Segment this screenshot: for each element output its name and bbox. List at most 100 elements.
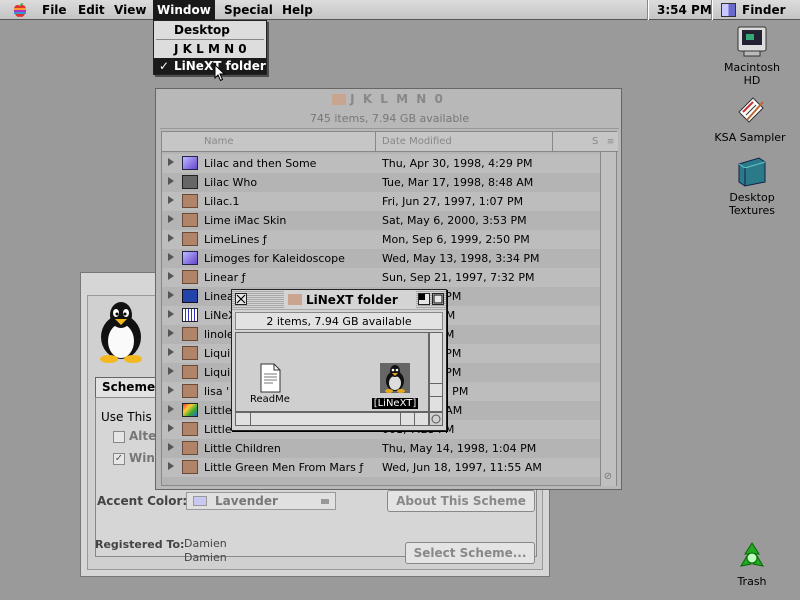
disclosure-triangle-icon[interactable] xyxy=(168,348,174,356)
file-name: linole xyxy=(204,328,234,341)
desktop-icon-label: Trash xyxy=(737,575,767,588)
disclosure-triangle-icon[interactable] xyxy=(168,234,174,242)
color-swatch-icon xyxy=(193,496,207,506)
disclosure-triangle-icon[interactable] xyxy=(168,462,174,470)
close-box-icon[interactable] xyxy=(235,293,247,305)
list-item[interactable]: LimeLines ƒ Mon, Sep 6, 1999, 2:50 PM xyxy=(162,230,602,249)
scroll-arrow-left-icon[interactable] xyxy=(250,413,251,425)
document-icon xyxy=(260,363,281,393)
menu-bar: File Edit View Window Special Help 3:54 … xyxy=(0,0,800,20)
list-item[interactable]: Little Green Men From Mars ƒ Wed, Jun 18,… xyxy=(162,458,602,477)
application-icon xyxy=(182,251,198,265)
scroll-arrow-up-icon[interactable] xyxy=(430,383,442,397)
window-title-bar[interactable]: J K L M N 0 xyxy=(156,89,621,109)
menubar-clock[interactable]: 3:54 PM xyxy=(657,2,712,18)
menu-divider xyxy=(156,39,264,40)
list-item[interactable]: Lime iMac Skin Sat, May 6, 2000, 3:53 PM xyxy=(162,211,602,230)
disclosure-triangle-icon[interactable] xyxy=(168,177,174,185)
window-menu-item-desktop[interactable]: Desktop xyxy=(154,22,266,38)
disclosure-triangle-icon[interactable] xyxy=(168,443,174,451)
list-item[interactable]: Linear ƒ Sun, Sep 21, 1997, 7:32 PM xyxy=(162,268,602,287)
disclosure-triangle-icon[interactable] xyxy=(168,367,174,375)
desktop-icon-desktop-textures[interactable]: Desktop Textures xyxy=(706,156,798,217)
list-item[interactable]: Little Children Thu, May 14, 1998, 1:04 P… xyxy=(162,439,602,458)
collapse-box-icon[interactable] xyxy=(432,293,444,305)
folder-icon xyxy=(288,294,302,305)
desktop-icon-trash[interactable]: Trash xyxy=(722,540,782,588)
disclosure-triangle-icon[interactable] xyxy=(168,196,174,204)
disclosure-triangle-icon[interactable] xyxy=(168,310,174,318)
linext-folder-window[interactable]: LiNeXT folder 2 items, 7.94 GB available… xyxy=(231,289,447,431)
disclosure-triangle-icon[interactable] xyxy=(168,253,174,261)
file-date-modified: Thu, Apr 30, 1998, 4:29 PM xyxy=(382,157,533,170)
file-icon-linext[interactable]: [LiNeXT] xyxy=(370,363,420,409)
file-name: Lilac Who xyxy=(204,176,258,189)
vertical-scrollbar[interactable] xyxy=(429,332,443,412)
file-date-modified: Tue, Mar 17, 1998, 8:48 AM xyxy=(382,176,534,189)
accent-color-popup[interactable]: Lavender xyxy=(186,492,336,510)
disclosure-triangle-icon[interactable] xyxy=(168,158,174,166)
application-icon xyxy=(182,156,198,170)
menu-edit[interactable]: Edit xyxy=(78,2,105,18)
column-header-size[interactable]: S xyxy=(592,132,598,152)
folder-icon xyxy=(182,346,198,360)
disclosure-triangle-icon[interactable] xyxy=(168,291,174,299)
zoom-box-icon[interactable] xyxy=(418,293,430,305)
sampler-doc-icon xyxy=(738,97,764,123)
list-item[interactable]: Lilac.1 Fri, Jun 27, 1997, 1:07 PM xyxy=(162,192,602,211)
popup-arrow-icon xyxy=(321,499,329,504)
horizontal-scrollbar[interactable] xyxy=(235,412,429,426)
window-title-text: LiNeXT folder xyxy=(306,293,398,307)
menu-file[interactable]: File xyxy=(42,2,67,18)
menu-window[interactable]: Window xyxy=(153,0,215,20)
disclosure-triangle-icon[interactable] xyxy=(168,424,174,432)
disclosure-triangle-icon[interactable] xyxy=(168,215,174,223)
menu-help[interactable]: Help xyxy=(282,2,313,18)
list-item[interactable]: Lilac and then Some Thu, Apr 30, 1998, 4:… xyxy=(162,154,602,173)
file-name: Liqui xyxy=(204,366,231,379)
desktop-icon-label: Macintosh HD xyxy=(723,61,781,87)
disclosure-triangle-icon[interactable] xyxy=(168,272,174,280)
desktop-icon-ksa-sampler[interactable]: KSA Sampler xyxy=(712,96,788,144)
column-header-name[interactable]: Name xyxy=(204,132,234,152)
desktop-icon-label: KSA Sampler xyxy=(714,131,786,144)
list-item[interactable]: Lilac Who Tue, Mar 17, 1998, 8:48 AM xyxy=(162,173,602,192)
application-icon xyxy=(182,403,198,417)
menu-special[interactable]: Special xyxy=(224,2,273,18)
resize-grip-icon[interactable] xyxy=(429,412,443,426)
file-name: Little Children xyxy=(204,442,281,455)
file-name: Lilac.1 xyxy=(204,195,240,208)
list-item[interactable]: Limoges for Kaleidoscope Wed, May 13, 199… xyxy=(162,249,602,268)
menu-view[interactable]: View xyxy=(114,2,146,18)
checkbox-alternate[interactable] xyxy=(113,431,125,443)
desktop-icon-macintosh-hd[interactable]: Macintosh HD xyxy=(714,26,790,87)
window-menu-item-jklmno[interactable]: J K L M N 0 xyxy=(154,41,266,57)
menubar-separator xyxy=(711,0,713,20)
disclosure-triangle-icon[interactable] xyxy=(168,405,174,413)
file-name: Liqui xyxy=(204,347,231,360)
scroll-arrow-right-icon[interactable] xyxy=(400,413,401,425)
file-icon-readme[interactable]: ReadMe xyxy=(244,363,296,405)
checkbox-window[interactable]: ✓ xyxy=(113,453,125,465)
resize-grip-icon[interactable]: ⊘ xyxy=(602,471,614,483)
finder-app-icon[interactable] xyxy=(721,3,736,17)
file-date-modified: Thu, May 14, 1998, 1:04 PM xyxy=(382,442,537,455)
file-name: LimeLines ƒ xyxy=(204,233,267,246)
about-scheme-button[interactable]: About This Scheme xyxy=(387,490,535,512)
column-header-date[interactable]: Date Modified xyxy=(382,132,452,152)
window-menu-item-linext[interactable]: ✓ LiNeXT folder xyxy=(154,58,266,74)
select-scheme-button[interactable]: Select Scheme... xyxy=(405,542,535,564)
window-info-bar: 745 items, 7.94 GB available xyxy=(160,109,619,129)
vertical-scrollbar[interactable] xyxy=(600,152,616,486)
disclosure-triangle-icon[interactable] xyxy=(168,386,174,394)
scroll-divider xyxy=(414,413,415,425)
mouse-pointer-icon xyxy=(214,64,226,82)
disclosure-triangle-icon[interactable] xyxy=(168,329,174,337)
apple-menu-icon[interactable] xyxy=(12,2,28,18)
sort-order-icon[interactable]: ≡ xyxy=(604,132,617,152)
folder-icon xyxy=(182,384,198,398)
folder-icon xyxy=(182,175,198,189)
application-menu[interactable]: Finder xyxy=(742,2,786,18)
file-date-modified: Mon, Sep 6, 1999, 2:50 PM xyxy=(382,233,530,246)
menubar-separator xyxy=(647,0,649,20)
